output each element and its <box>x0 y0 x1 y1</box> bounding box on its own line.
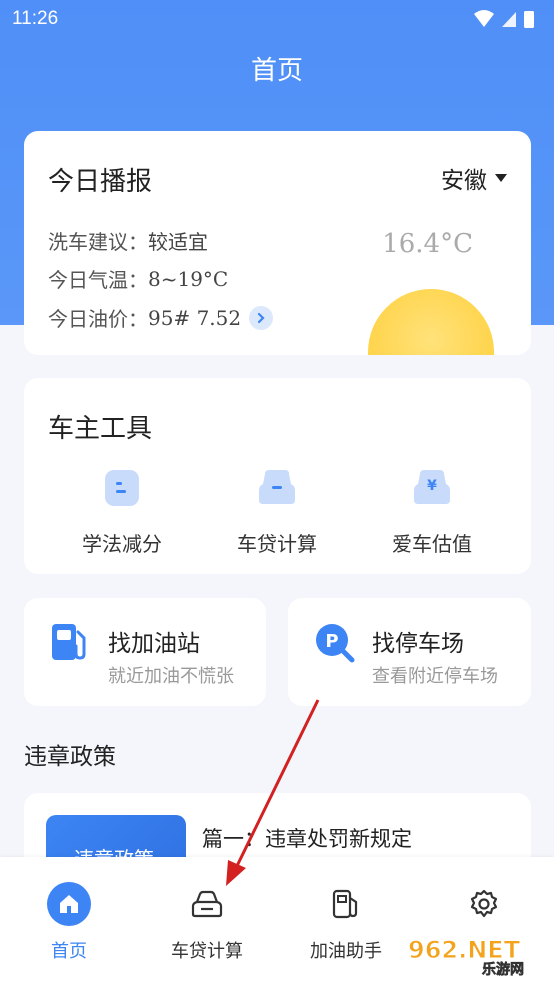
wifi-icon <box>474 10 494 27</box>
quick-title: 找加油站 <box>108 631 200 657</box>
home-icon <box>46 881 92 927</box>
tab-label: 加油助手 <box>310 941 382 962</box>
tab-label: 首页 <box>51 941 87 962</box>
current-temperature: 16.4°C <box>382 229 473 259</box>
tab-label: 车贷计算 <box>171 941 243 962</box>
wash-advice-row: 洗车建议： 较适宜 <box>48 226 208 255</box>
car-value-icon: ¥ <box>414 470 450 504</box>
tab-settings[interactable] <box>415 881 553 937</box>
broadcast-title: 今日播报 <box>48 167 153 197</box>
status-time: 11:26 <box>12 8 59 29</box>
region-label: 安徽 <box>441 168 487 194</box>
car-owner-tools-card: 车主工具 学法减分 车贷计算 ¥ 爱车估值 <box>24 378 531 574</box>
oil-price-label: 今日油价： <box>48 307 148 331</box>
tool-car-valuation[interactable]: ¥ 爱车估值 <box>362 466 502 557</box>
wash-advice-label: 洗车建议： <box>48 230 148 254</box>
temperature-label: 今日气温： <box>48 268 148 292</box>
quick-title: 找停车场 <box>372 631 464 657</box>
svg-text:962.NET: 962.NET <box>408 936 521 964</box>
tool-car-loan[interactable]: 车贷计算 <box>207 466 347 557</box>
quick-subtitle: 查看附近停车场 <box>372 666 498 687</box>
tab-fuel-assistant[interactable]: 加油助手 <box>277 881 415 963</box>
svg-text:乐游网: 乐游网 <box>482 961 524 978</box>
watermark-logo: 962.NET 乐游网 <box>408 936 524 979</box>
status-bar: 11:26 <box>0 0 554 38</box>
svg-text:P: P <box>325 631 338 652</box>
car-loan-icon <box>259 470 295 504</box>
signal-icon <box>502 12 516 27</box>
temperature-row: 今日气温： 8~19°C <box>48 264 228 293</box>
region-selector[interactable]: 安徽 <box>441 161 507 195</box>
study-icon <box>105 470 139 506</box>
oil-price-row[interactable]: 今日油价： 95# 7.52 <box>48 303 274 332</box>
tools-title: 车主工具 <box>48 414 153 444</box>
tool-label: 学法减分 <box>82 532 162 556</box>
status-icons <box>474 10 534 28</box>
sun-weather-icon <box>368 289 494 355</box>
svg-text:¥: ¥ <box>427 478 437 494</box>
policy-article-title: 篇一：违章处罚新规定 <box>202 827 412 851</box>
quick-subtitle: 就近加油不慌张 <box>108 666 234 687</box>
find-parking-card[interactable]: P 找停车场 查看附近停车场 <box>288 598 531 706</box>
tool-label: 车贷计算 <box>237 532 317 556</box>
temperature-value: 8~19°C <box>148 266 229 291</box>
gas-station-icon <box>52 624 86 660</box>
settings-icon <box>461 881 507 927</box>
violation-policy-section-title: 违章政策 <box>24 744 116 770</box>
parking-search-icon: P <box>316 624 355 663</box>
tool-study-deduction[interactable]: 学法减分 <box>52 466 192 557</box>
car-icon <box>184 881 230 927</box>
caret-down-icon <box>495 174 507 182</box>
wash-advice-value: 较适宜 <box>148 230 208 254</box>
battery-icon <box>524 11 534 28</box>
tab-car-loan[interactable]: 车贷计算 <box>138 881 276 963</box>
page-title: 首页 <box>250 56 303 86</box>
tab-home[interactable]: 首页 <box>0 881 138 963</box>
chevron-right-icon[interactable] <box>249 305 274 330</box>
oil-price-value: 95# 7.52 <box>148 305 242 330</box>
fuel-icon <box>323 881 369 927</box>
find-gas-station-card[interactable]: 找加油站 就近加油不慌张 <box>24 598 266 706</box>
tool-label: 爱车估值 <box>392 532 472 556</box>
today-broadcast-card: 今日播报 安徽 洗车建议： 较适宜 今日气温： 8~19°C 今日油价： 95#… <box>24 131 531 355</box>
